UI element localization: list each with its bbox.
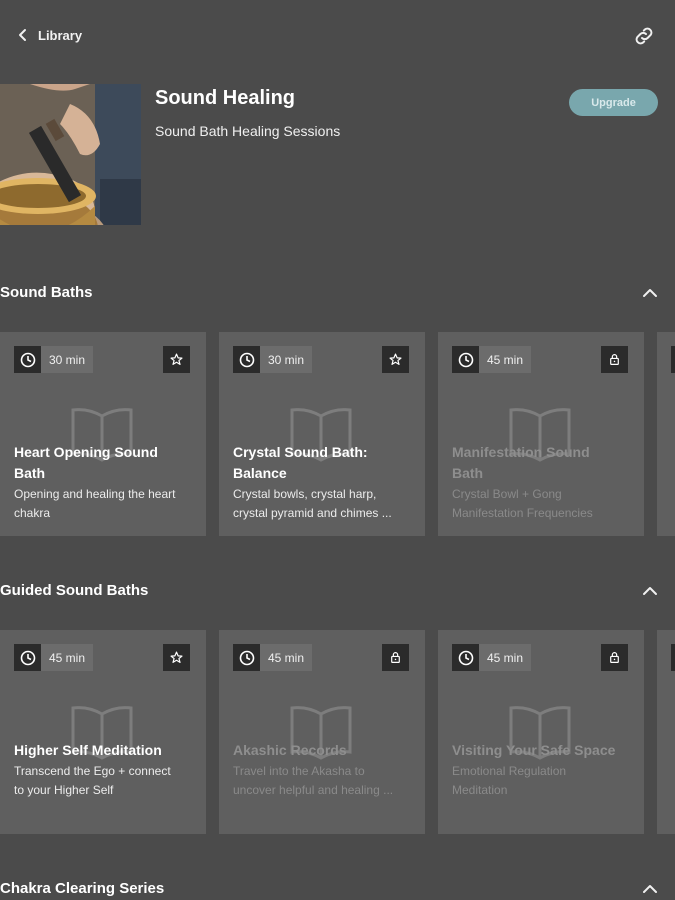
- star-icon[interactable]: [382, 346, 409, 373]
- star-icon: [671, 644, 675, 671]
- star-icon[interactable]: [163, 644, 190, 671]
- card-description: crystal pyramid and chimes ...: [233, 506, 392, 520]
- session-card[interactable]: 45 min Visiting Your Safe Space Emotiona…: [438, 630, 644, 834]
- duration-text: 45 min: [260, 644, 313, 671]
- duration-badge: 45 min: [14, 644, 94, 671]
- clock-icon: [233, 644, 260, 671]
- page-subtitle: Sound Bath Healing Sessions: [155, 123, 341, 139]
- duration-badge: 45 min: [233, 644, 313, 671]
- card-description: Emotional Regulation: [452, 764, 567, 778]
- session-card-partial[interactable]: [657, 332, 675, 536]
- card-description: Meditation: [452, 783, 508, 797]
- card-description: to your Higher Self: [14, 783, 114, 797]
- card-description: chakra: [14, 506, 51, 520]
- duration-badge: 30 min: [233, 346, 313, 373]
- session-card[interactable]: 45 min Akashic Records Travel into the A…: [219, 630, 425, 834]
- duration-text: 45 min: [479, 644, 532, 671]
- card-title: Manifestation Sound Bath: [452, 442, 632, 484]
- clock-icon: [14, 346, 41, 373]
- session-card[interactable]: 30 min Heart Opening Sound Bath Opening …: [0, 332, 206, 536]
- section-title: Guided Sound Baths: [0, 581, 149, 599]
- page-title: Sound Healing: [155, 87, 295, 109]
- section-header-chakra-clearing-series[interactable]: Chakra Clearing Series: [0, 875, 675, 900]
- card-description: Crystal bowls, crystal harp,: [233, 487, 377, 501]
- duration-badge: 30 min: [14, 346, 94, 373]
- card-title: Crystal Sound Bath: Balance: [233, 442, 413, 484]
- link-icon[interactable]: [632, 24, 656, 48]
- session-card-partial[interactable]: [657, 630, 675, 834]
- lock-icon: [601, 346, 628, 373]
- card-title-line: Balance: [233, 465, 287, 481]
- top-bar: Library: [0, 0, 675, 70]
- card-description: Travel into the Akasha to: [233, 764, 365, 778]
- card-title: Higher Self Meditation: [14, 742, 162, 758]
- back-button[interactable]: Library: [16, 24, 82, 46]
- card-description: Crystal Bowl + Gong: [452, 487, 562, 501]
- card-title: Heart Opening Sound Bath: [14, 442, 194, 484]
- section-title: Chakra Clearing Series: [0, 879, 165, 897]
- section-title: Sound Baths: [0, 283, 93, 301]
- duration-badge: 45 min: [452, 346, 532, 373]
- clock-icon: [452, 346, 479, 373]
- session-card[interactable]: 45 min Higher Self Meditation Transcend …: [0, 630, 206, 834]
- card-title-line: Heart Opening Sound: [14, 444, 158, 460]
- star-icon: [671, 346, 675, 373]
- card-row-guided-sound-baths[interactable]: 45 min Higher Self Meditation Transcend …: [0, 630, 675, 834]
- cover-image: [0, 84, 141, 225]
- card-description: uncover helpful and healing ...: [233, 783, 394, 797]
- card-title: Visiting Your Safe Space: [452, 742, 616, 758]
- duration-text: 30 min: [41, 346, 94, 373]
- card-description: Manifestation Frequencies: [452, 506, 593, 520]
- chevron-left-icon: [19, 29, 26, 41]
- chevron-up-icon[interactable]: [640, 283, 660, 303]
- clock-icon: [14, 644, 41, 671]
- card-title-line: Manifestation Sound: [452, 444, 590, 460]
- card-title-line: Bath: [452, 465, 484, 481]
- duration-text: 30 min: [260, 346, 313, 373]
- section-header-sound-baths[interactable]: Sound Baths: [0, 279, 675, 305]
- session-card[interactable]: 45 min Manifestation Sound Bath Crystal …: [438, 332, 644, 536]
- card-title-line: Bath: [14, 465, 46, 481]
- chevron-up-icon[interactable]: [640, 581, 660, 601]
- clock-icon: [452, 644, 479, 671]
- chevron-up-icon[interactable]: [640, 879, 660, 899]
- duration-badge: 45 min: [452, 644, 532, 671]
- lock-icon: [601, 644, 628, 671]
- session-card[interactable]: 30 min Crystal Sound Bath: Balance Cryst…: [219, 332, 425, 536]
- duration-text: 45 min: [41, 644, 94, 671]
- card-description: Transcend the Ego + connect: [14, 764, 171, 778]
- back-label: Library: [38, 27, 83, 43]
- card-title: Akashic Records: [233, 742, 347, 758]
- upgrade-button[interactable]: Upgrade: [569, 89, 658, 116]
- card-row-sound-baths[interactable]: 30 min Heart Opening Sound Bath Opening …: [0, 332, 675, 536]
- card-title-line: Crystal Sound Bath:: [233, 444, 368, 460]
- section-header-guided-sound-baths[interactable]: Guided Sound Baths: [0, 577, 675, 603]
- lock-icon: [382, 644, 409, 671]
- card-description: Opening and healing the heart: [14, 487, 176, 501]
- duration-text: 45 min: [479, 346, 532, 373]
- star-icon[interactable]: [163, 346, 190, 373]
- clock-icon: [233, 346, 260, 373]
